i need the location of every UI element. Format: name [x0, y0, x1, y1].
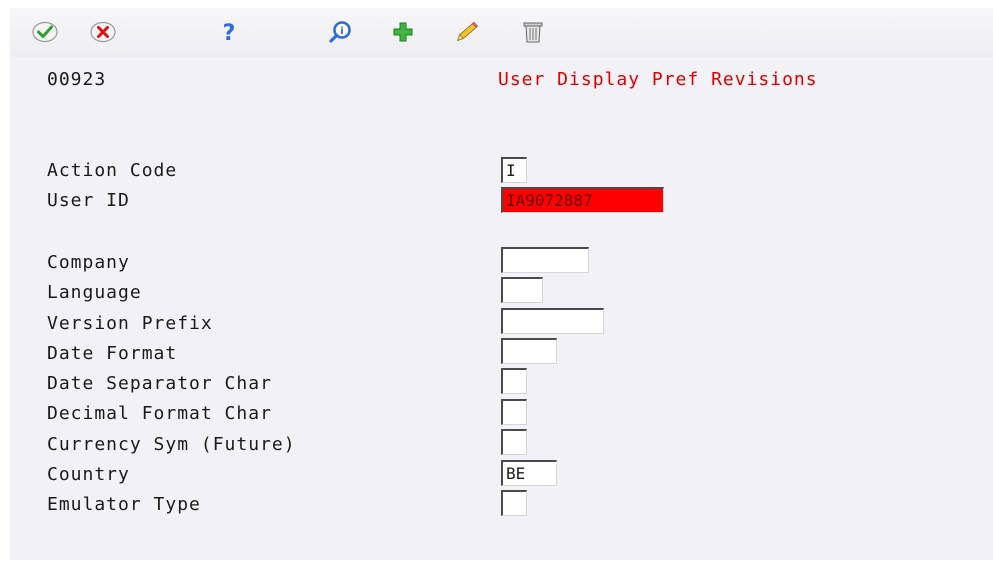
company-field[interactable]: [501, 247, 589, 273]
svg-text:?: ?: [223, 21, 236, 44]
emulator-type-field[interactable]: [501, 490, 527, 516]
decimal-format-field[interactable]: [501, 399, 527, 425]
company-label: Company: [47, 252, 130, 273]
version-prefix-field[interactable]: [501, 308, 604, 334]
inquire-magnifier-icon[interactable]: i: [328, 20, 354, 44]
toolbar: ? i: [10, 8, 993, 58]
date-separator-label: Date Separator Char: [47, 373, 272, 394]
country-field[interactable]: BE: [501, 460, 557, 486]
version-prefix-label: Version Prefix: [47, 313, 213, 334]
change-pencil-icon[interactable]: [454, 20, 480, 44]
page-title: User Display Pref Revisions: [498, 69, 818, 90]
currency-sym-label: Currency Sym (Future): [47, 434, 296, 455]
svg-text:i: i: [340, 26, 343, 37]
country-label: Country: [47, 464, 130, 485]
currency-sym-field[interactable]: [501, 429, 527, 455]
action-code-label: Action Code: [47, 160, 178, 181]
ok-checkmark-icon[interactable]: [32, 20, 58, 44]
delete-trash-icon[interactable]: [520, 20, 546, 44]
action-code-field[interactable]: I: [501, 157, 527, 183]
decimal-format-label: Decimal Format Char: [47, 403, 272, 424]
user-id-field[interactable]: IA9072887: [501, 187, 664, 213]
language-field[interactable]: [501, 277, 543, 303]
language-label: Language: [47, 282, 142, 303]
date-format-field[interactable]: [501, 338, 557, 364]
emulator-type-label: Emulator Type: [47, 494, 201, 515]
form-code: 00923: [47, 69, 107, 90]
add-plus-icon[interactable]: [390, 20, 416, 44]
user-id-label: User ID: [47, 190, 130, 211]
cancel-x-icon[interactable]: [90, 20, 116, 44]
help-question-icon[interactable]: ?: [216, 20, 242, 44]
date-format-label: Date Format: [47, 343, 178, 364]
date-separator-field[interactable]: [501, 368, 527, 394]
